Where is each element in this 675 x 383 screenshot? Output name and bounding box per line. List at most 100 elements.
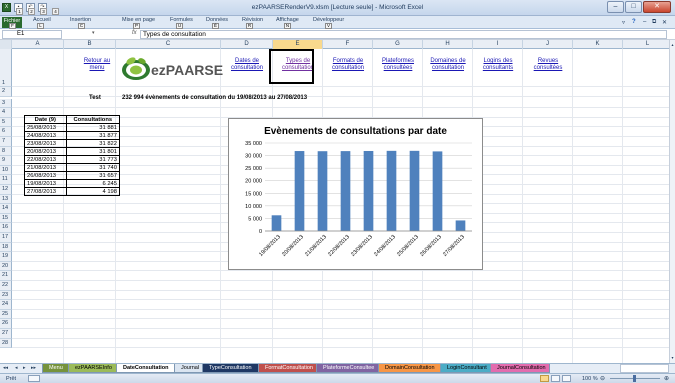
chart-bar[interactable]	[294, 151, 305, 231]
row-header-23[interactable]: 23	[0, 290, 12, 301]
scroll-up-icon[interactable]: ▴	[670, 42, 675, 48]
row-header-20[interactable]: 20	[0, 261, 12, 272]
zoom-out-icon[interactable]: ⊖	[600, 375, 605, 382]
row-header-5[interactable]: 5	[0, 117, 12, 128]
workbook-minimize-icon[interactable]: –	[643, 19, 646, 25]
next-sheet-icon[interactable]: ▸	[23, 365, 26, 371]
zoom-in-icon[interactable]: ⊕	[664, 375, 669, 382]
macro-record-icon[interactable]	[28, 375, 40, 382]
nav-link-2[interactable]: Formats de consultation	[324, 58, 372, 72]
row-header-25[interactable]: 25	[0, 309, 12, 320]
sheet-tab-formatconsultation[interactable]: FormatConsultation	[258, 364, 318, 373]
chart-bar[interactable]	[386, 150, 397, 231]
column-header-g[interactable]: G	[373, 40, 423, 49]
name-box[interactable]: E1	[2, 30, 62, 39]
fx-icon[interactable]: fx	[132, 30, 137, 36]
workbook-restore-icon[interactable]: ⧉	[652, 19, 656, 26]
column-header-h[interactable]: H	[423, 40, 473, 49]
chart-container[interactable]: Evènements de consultations par date 0 5 0…	[228, 118, 483, 270]
column-header-b[interactable]: B	[64, 40, 116, 49]
row-header-14[interactable]: 14	[0, 204, 12, 214]
column-header-j[interactable]: J	[523, 40, 573, 49]
row-header-21[interactable]: 21	[0, 271, 12, 281]
row-header-9[interactable]: 9	[0, 156, 12, 166]
normal-view-icon[interactable]	[540, 375, 549, 382]
last-sheet-icon[interactable]: ▸▸	[31, 365, 36, 371]
row-header-3[interactable]: 3	[0, 98, 12, 109]
consultations-cell[interactable]: 31 740	[65, 163, 121, 172]
nav-link-4[interactable]: Domaines de consultation	[424, 58, 472, 72]
nav-link-3[interactable]: Plateformes consultées	[374, 58, 422, 72]
sheet-tab-menu[interactable]: Menu	[42, 364, 70, 373]
sheet-tab-dateconsultation[interactable]: DateConsultation	[116, 364, 176, 373]
consultations-cell[interactable]: 31 877	[65, 131, 121, 140]
sheet-tab-ezpaarseinfo[interactable]: ezPAARSEInfo	[68, 364, 118, 373]
column-header-l[interactable]: L	[623, 40, 669, 49]
retour-menu-link[interactable]: Retour au menu	[76, 58, 118, 72]
restore-button[interactable]: □	[625, 1, 642, 13]
horizontal-scrollbar[interactable]	[620, 364, 669, 373]
date-cell[interactable]: 27/08/2013	[24, 187, 67, 196]
column-header-a[interactable]: A	[12, 40, 64, 49]
row-header-7[interactable]: 7	[0, 137, 12, 147]
column-header-c[interactable]: C	[116, 40, 221, 49]
row-header-6[interactable]: 6	[0, 127, 12, 137]
row-header-18[interactable]: 18	[0, 242, 12, 253]
row-header-27[interactable]: 27	[0, 329, 12, 339]
consultations-cell[interactable]: 31 773	[65, 155, 121, 164]
row-header-11[interactable]: 11	[0, 175, 12, 185]
row-header-8[interactable]: 8	[0, 146, 12, 157]
consultations-cell[interactable]: 31 801	[65, 147, 121, 156]
row-header-26[interactable]: 26	[0, 319, 12, 329]
consultations-cell[interactable]: 31 881	[65, 123, 121, 132]
zoom-slider-thumb[interactable]	[633, 375, 636, 382]
zoom-level[interactable]: 100 %	[582, 376, 598, 382]
spreadsheet-grid[interactable]: ABCDEFGHIJKLM 12345678910111213141516171…	[0, 40, 669, 363]
date-cell[interactable]: 22/08/2013	[24, 155, 67, 164]
scroll-down-icon[interactable]: ▾	[670, 355, 675, 361]
sheet-tab-domainconsultation[interactable]: DomainConsultation	[378, 364, 442, 373]
date-cell[interactable]: 21/08/2013	[24, 163, 67, 172]
date-cell[interactable]: 23/08/2013	[24, 139, 67, 148]
sheet-tab-journalconsultation[interactable]: JournalConsultation	[490, 364, 550, 373]
help-icon[interactable]: ?	[632, 19, 636, 25]
chart-bar[interactable]	[317, 151, 328, 231]
sheet-tab-journal[interactable]: Journal	[174, 364, 204, 373]
column-header-f[interactable]: F	[323, 40, 373, 49]
consultations-cell[interactable]: 31 822	[65, 139, 121, 148]
minimize-button[interactable]: –	[607, 1, 624, 13]
close-button[interactable]: ✕	[643, 1, 671, 13]
date-cell[interactable]: 19/08/2013	[24, 179, 67, 188]
selected-cell-e1[interactable]	[269, 49, 314, 84]
nav-link-0[interactable]: Dates de consultation	[222, 58, 272, 72]
row-header-22[interactable]: 22	[0, 281, 12, 291]
select-all-corner[interactable]	[0, 40, 12, 49]
sheet-tab-loginconsultant[interactable]: LoginConsultant	[440, 364, 492, 373]
row-header-19[interactable]: 19	[0, 252, 12, 262]
formula-input[interactable]: Types de consultation	[140, 30, 667, 39]
row-header-12[interactable]: 12	[0, 185, 12, 195]
workbook-close-icon[interactable]: ✕	[662, 19, 667, 26]
chart-bar[interactable]	[409, 150, 420, 231]
nav-link-5[interactable]: Logins des consultants	[474, 58, 522, 72]
sheet-tab-typeconsultation[interactable]: TypeConsultation	[202, 364, 260, 373]
row-header-2[interactable]: 2	[0, 87, 12, 97]
date-cell[interactable]: 25/08/2013	[24, 123, 67, 132]
column-header-e[interactable]: E	[273, 40, 323, 49]
prev-sheet-icon[interactable]: ◂	[15, 365, 18, 371]
row-header-15[interactable]: 15	[0, 213, 12, 224]
sheet-tab-plateformeconsultee[interactable]: PlateformeConsultee	[316, 364, 380, 373]
consultations-cell[interactable]: 4 198	[65, 187, 121, 196]
row-header-10[interactable]: 10	[0, 165, 12, 176]
row-header-28[interactable]: 28	[0, 338, 12, 349]
name-box-dropdown-icon[interactable]: ▾	[92, 30, 95, 36]
first-sheet-icon[interactable]: ◂◂	[3, 365, 8, 371]
chart-bar[interactable]	[340, 151, 351, 231]
chart-bar[interactable]	[271, 215, 282, 231]
page-break-view-icon[interactable]	[562, 375, 571, 382]
row-header-24[interactable]: 24	[0, 300, 12, 310]
column-header-i[interactable]: I	[473, 40, 523, 49]
chart-bar[interactable]	[432, 151, 443, 231]
page-layout-view-icon[interactable]	[551, 375, 560, 382]
row-header-17[interactable]: 17	[0, 233, 12, 243]
